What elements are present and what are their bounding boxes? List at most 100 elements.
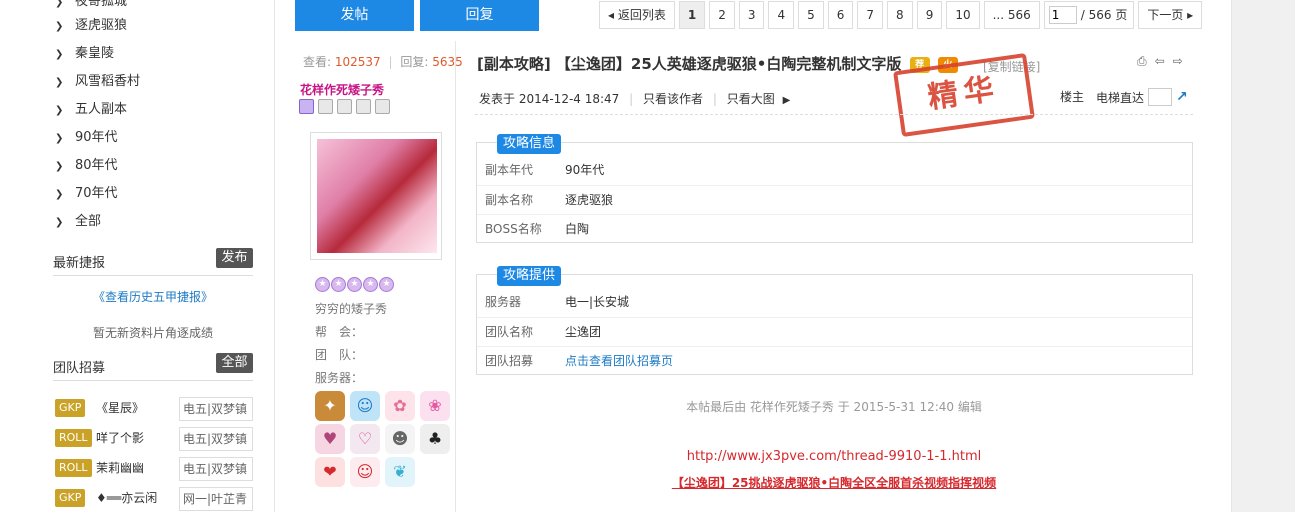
sidebar-item-label: 逐虎驱狼 xyxy=(75,18,128,33)
star-icon: ★ xyxy=(347,277,362,292)
back-to-list-button[interactable]: ◂ 返回列表 xyxy=(599,1,675,29)
elevator-input[interactable] xyxy=(1148,88,1173,106)
author-name[interactable]: 花样作死矮子秀 xyxy=(300,81,384,98)
chevron-right-icon: ❯ xyxy=(55,105,64,116)
post-button[interactable]: 发帖 xyxy=(295,0,414,31)
sidebar-item-nav-3[interactable]: ❯ 风雪稻香村 xyxy=(55,72,140,92)
reply-button[interactable]: 回复 xyxy=(420,0,539,31)
page-jump: / 566 页 xyxy=(1043,1,1135,29)
no-news-text: 暂无新资料片角逐成绩 xyxy=(92,326,213,340)
separator: | xyxy=(712,92,717,106)
medal-row xyxy=(299,99,390,114)
page-7[interactable]: 7 xyxy=(857,1,884,29)
separator: | xyxy=(629,92,634,106)
next-thread-icon[interactable]: ⇨ xyxy=(1173,54,1183,69)
team-server: 电五|双梦镇 xyxy=(179,427,253,451)
history-news-link[interactable]: 《查看历史五甲捷报》 xyxy=(53,288,253,305)
replies-label: 回复: xyxy=(400,55,429,69)
sidebar-item-nav-7[interactable]: ❯ 70年代 xyxy=(55,184,118,204)
page-4[interactable]: 4 xyxy=(768,1,795,29)
sidebar-item-nav-8[interactable]: ❯ 全部 xyxy=(55,212,101,232)
page-jump-input[interactable] xyxy=(1048,6,1077,24)
post-tools: ⎙ ⇦ ⇨ xyxy=(1137,54,1183,69)
strategy-provider-tag: 攻略提供 xyxy=(497,266,562,286)
page-2[interactable]: 2 xyxy=(709,1,735,29)
sidebar-item-nav-0[interactable]: ❯ 夜寄孤城 xyxy=(55,0,127,12)
team-row[interactable]: GKP ♦══亦云闲 网一|叶芷青 xyxy=(55,487,253,511)
only-author-link[interactable]: 只看该作者 xyxy=(643,92,703,106)
team-name: 咩了个影 xyxy=(96,431,145,445)
sidebar-item-nav-1[interactable]: ❯ 逐虎驱狼 xyxy=(55,16,127,36)
team-row[interactable]: ROLL 咩了个影 电五|双梦镇 xyxy=(55,427,253,451)
team-tag: GKP xyxy=(55,489,86,507)
team-server: 电五|双梦镇 xyxy=(179,457,253,481)
sticker-collection: ✦ ☺ ✿ ❀ ♥ ♡ ☻ ♣ ❤ ☺ ❦ xyxy=(315,391,450,487)
sidebar-item-nav-2[interactable]: ❯ 秦皇陵 xyxy=(55,44,114,64)
post-meta: 发表于 2014-12-4 18:47 | 只看该作者 | 只看大图 ▶ xyxy=(479,90,790,107)
sticker-icon: ♡ xyxy=(350,424,380,454)
page-10[interactable]: 10 xyxy=(946,1,980,29)
team-label: 团 队： xyxy=(315,348,364,362)
chevron-right-icon: ❯ xyxy=(55,21,64,32)
team-name: 茉莉幽幽 xyxy=(96,461,145,475)
chevron-right-icon: ❯ xyxy=(55,161,64,172)
avatar-image xyxy=(317,139,437,253)
avatar[interactable] xyxy=(310,132,442,260)
page-6[interactable]: 6 xyxy=(827,1,854,29)
team-name: 《星辰》 xyxy=(96,401,145,415)
page-5[interactable]: 5 xyxy=(798,1,824,29)
team-name: ♦══亦云闲 xyxy=(96,491,158,505)
replies-count: 5635 xyxy=(432,55,463,69)
page-last[interactable]: ... 566 xyxy=(983,1,1040,29)
server-label: 服务器： xyxy=(315,371,364,385)
publish-news-button[interactable]: 发布 xyxy=(216,248,253,268)
sidebar-item-label: 90年代 xyxy=(75,130,118,145)
prev-thread-icon[interactable]: ⇦ xyxy=(1155,54,1165,69)
separator: | xyxy=(388,55,393,69)
team-row[interactable]: ROLL 茉莉幽幽 电五|双梦镇 xyxy=(55,457,253,481)
sidebar-item-nav-5[interactable]: ❯ 90年代 xyxy=(55,128,118,148)
medal-icon[interactable] xyxy=(318,99,333,114)
only-images-link[interactable]: 只看大图 xyxy=(727,92,775,106)
team-server: 网一|叶芷青 xyxy=(179,487,253,511)
sidebar-item-nav-4[interactable]: ❯ 五人副本 xyxy=(55,100,127,120)
star-icon: ★ xyxy=(315,277,330,292)
row-key: 团队名称 xyxy=(485,325,534,339)
page-1[interactable]: 1 xyxy=(678,1,706,29)
team-row[interactable]: GKP 《星辰》 电五|双梦镇 xyxy=(55,397,253,421)
row-value: 电一|长安城 xyxy=(565,295,630,309)
medal-icon[interactable] xyxy=(356,99,371,114)
rank-stars: ★ ★ ★ ★ ★ xyxy=(315,277,394,292)
page-3[interactable]: 3 xyxy=(738,1,765,29)
video-link[interactable]: 【尘逸团】25挑战逐虎驱狼•白陶全区全服首杀视频指挥视频 xyxy=(475,474,1193,491)
sticker-icon: ☻ xyxy=(385,424,415,454)
print-icon[interactable]: ⎙ xyxy=(1137,54,1147,69)
sidebar-item-label: 80年代 xyxy=(75,158,118,173)
sticker-icon: ❦ xyxy=(385,457,415,487)
medal-icon[interactable] xyxy=(375,99,390,114)
jump-icon[interactable]: ↗ xyxy=(1176,89,1188,105)
page-8[interactable]: 8 xyxy=(887,1,913,29)
page-9[interactable]: 9 xyxy=(916,1,943,29)
all-teams-button[interactable]: 全部 xyxy=(216,353,253,373)
strategy-info-box: 攻略信息 副本年代 90年代 副本名称 逐虎驱狼 BOSS名称 白陶 xyxy=(476,134,1193,243)
sticker-icon: ✿ xyxy=(385,391,415,421)
medal-icon[interactable] xyxy=(299,99,314,114)
sticker-icon: ✦ xyxy=(315,391,345,421)
team-tag: ROLL xyxy=(55,459,92,477)
sticker-icon: ☺ xyxy=(350,391,380,421)
next-page-button[interactable]: 下一页 ▸ xyxy=(1138,1,1203,29)
post-date: 发表于 2014-12-4 18:47 xyxy=(479,92,620,106)
guild-label: 帮 会： xyxy=(315,325,364,339)
thread-url-link[interactable]: http://www.jx3pve.com/thread-9910-1-1.ht… xyxy=(475,449,1193,464)
divider xyxy=(53,275,253,276)
star-icon: ★ xyxy=(379,277,394,292)
medal-icon[interactable] xyxy=(337,99,352,114)
table-row: BOSS名称 白陶 xyxy=(477,214,1192,243)
sidebar-item-label: 五人副本 xyxy=(75,102,128,117)
table-row: 副本年代 90年代 xyxy=(477,156,1192,185)
sidebar-item-nav-6[interactable]: ❯ 80年代 xyxy=(55,156,118,176)
row-key: BOSS名称 xyxy=(485,222,542,236)
sidebar-item-label: 秦皇陵 xyxy=(75,46,115,61)
team-recruit-link[interactable]: 点击查看团队招募页 xyxy=(565,347,673,376)
